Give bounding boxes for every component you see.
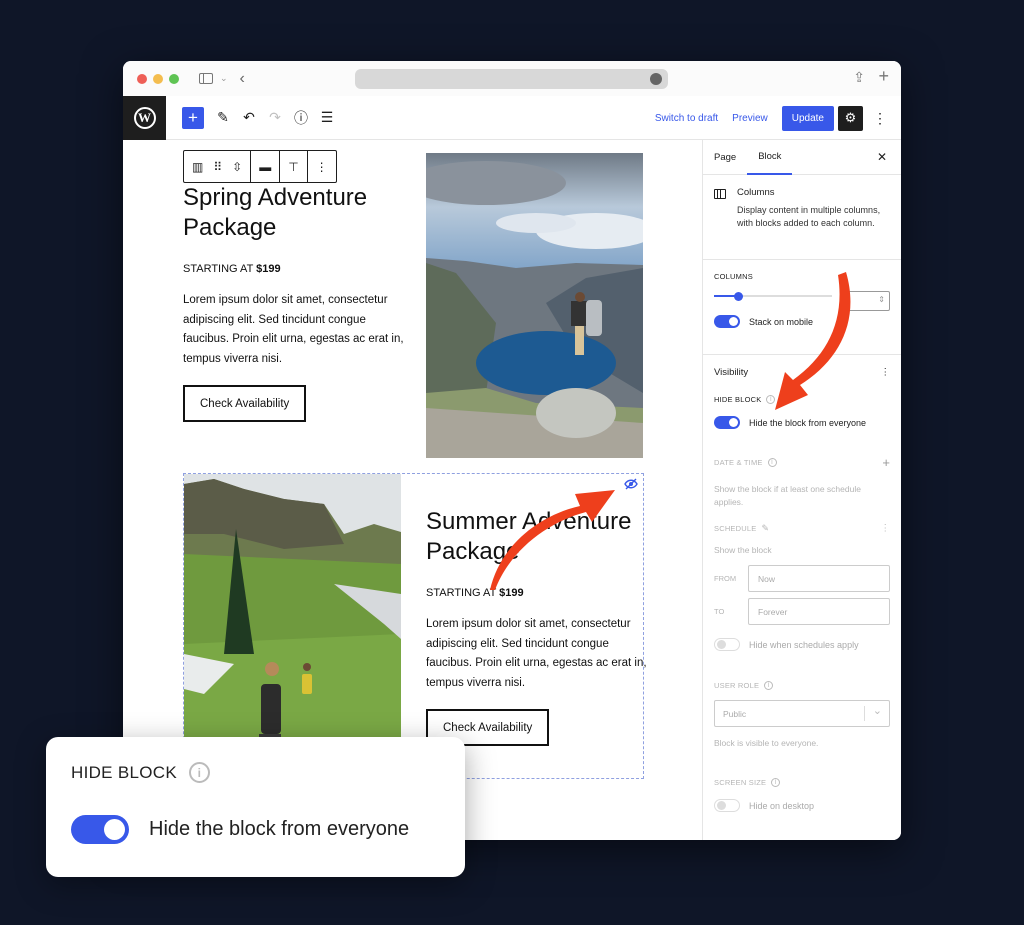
- address-bar[interactable]: [355, 69, 668, 89]
- from-field[interactable]: Now: [748, 565, 890, 592]
- more-icon[interactable]: [650, 73, 662, 85]
- columns-number-input[interactable]: [844, 291, 890, 311]
- hide-block-toggle-label: Hide the block from everyone: [749, 417, 867, 428]
- settings-gear-icon[interactable]: ⚙: [838, 105, 863, 131]
- block-card-description: Display content in multiple columns, wit…: [737, 205, 881, 228]
- package-price[interactable]: STARTING AT $199: [426, 587, 656, 599]
- stack-on-mobile-label: Stack on mobile: [749, 316, 814, 327]
- back-icon[interactable]: ‹: [240, 70, 245, 88]
- hide-on-desktop-toggle[interactable]: [714, 799, 740, 812]
- columns-label: COLUMNS: [714, 272, 753, 281]
- tab-block[interactable]: Block: [747, 140, 793, 175]
- close-window-button[interactable]: [137, 73, 147, 84]
- preview-link[interactable]: Preview: [732, 113, 768, 124]
- info-icon[interactable]: i: [767, 458, 777, 467]
- info-icon[interactable]: i: [188, 762, 210, 783]
- info-icon[interactable]: i: [766, 395, 776, 404]
- new-tab-icon[interactable]: +: [878, 66, 889, 87]
- editor-toolbar: W + ✎ ↶ ↷ ⓘ ☰ Switch to draft Preview Up…: [123, 95, 901, 140]
- visibility-panel: Visibility ⋮ HIDE BLOCK i Hide the block f…: [703, 355, 901, 824]
- spring-package-column: Spring Adventure Package STARTING AT $19…: [183, 183, 413, 422]
- maximize-window-button[interactable]: [169, 73, 179, 84]
- hide-when-schedules-label: Hide when schedules apply: [749, 639, 859, 650]
- to-field[interactable]: Forever: [748, 598, 890, 625]
- share-icon[interactable]: ⇪: [853, 69, 865, 86]
- to-label: TO: [714, 607, 725, 616]
- update-button[interactable]: Update: [781, 105, 834, 131]
- callout-toggle-label: Hide the block from everyone: [149, 818, 410, 840]
- minimize-window-button[interactable]: [153, 73, 163, 84]
- info-icon[interactable]: i: [764, 681, 774, 690]
- hide-block-callout: HIDE BLOCK i Hide the block from everyone: [46, 737, 465, 877]
- package-description[interactable]: Lorem ipsum dolor sit amet, consectetur …: [426, 615, 656, 693]
- list-view-icon[interactable]: ☰: [320, 109, 334, 126]
- package-price[interactable]: STARTING AT $199: [183, 263, 413, 275]
- eye-off-icon[interactable]: [624, 478, 638, 493]
- more-options-icon[interactable]: ⋮: [316, 160, 328, 174]
- hide-block-label: HIDE BLOCK: [714, 395, 762, 404]
- align-icon[interactable]: ▬: [259, 160, 271, 174]
- move-up-down-icon[interactable]: ⇳: [232, 160, 242, 174]
- from-label: FROM: [714, 574, 737, 583]
- undo-icon[interactable]: ↶: [242, 109, 256, 126]
- info-icon[interactable]: ⓘ: [294, 108, 308, 128]
- summer-package-block-selected[interactable]: Summer Adventure Package STARTING AT $19…: [183, 473, 647, 779]
- package-heading[interactable]: Summer Adventure Package: [426, 507, 656, 567]
- hide-block-toggle[interactable]: [714, 416, 740, 429]
- redo-icon[interactable]: ↷: [268, 109, 282, 126]
- block-card: Columns Display content in multiple colu…: [703, 175, 901, 260]
- block-toolbar: ▥ ⠿ ⇳ ▬ ⊤ ⋮: [183, 150, 337, 183]
- chevron-down-icon[interactable]: ⌄: [220, 73, 228, 84]
- visibility-options-icon[interactable]: ⋮: [881, 367, 891, 378]
- tab-page[interactable]: Page: [703, 140, 747, 175]
- hide-when-schedules-toggle[interactable]: [714, 638, 740, 651]
- edit-pencil-icon[interactable]: ✎: [761, 523, 769, 534]
- package-heading[interactable]: Spring Adventure Package: [183, 183, 413, 243]
- columns-panel: COLUMNS Stack on mobile: [703, 260, 901, 355]
- add-schedule-icon[interactable]: +: [882, 455, 890, 470]
- sidebar-toggle-icon[interactable]: [199, 73, 213, 84]
- package-description[interactable]: Lorem ipsum dolor sit amet, consectetur …: [183, 291, 413, 369]
- callout-hide-block-toggle[interactable]: [71, 815, 129, 844]
- mountain-lake-image[interactable]: [426, 153, 643, 458]
- hide-on-desktop-label: Hide on desktop: [749, 800, 815, 811]
- info-icon[interactable]: i: [771, 778, 781, 787]
- user-role-label: USER ROLE: [714, 681, 760, 690]
- visibility-title[interactable]: Visibility: [714, 367, 748, 378]
- check-availability-button[interactable]: Check Availability: [183, 385, 307, 422]
- alpine-hikers-image[interactable]: [184, 474, 401, 779]
- columns-icon[interactable]: ▥: [192, 160, 203, 174]
- columns-icon: [714, 189, 726, 199]
- browser-window: ⌄ ‹ ⇪ + W + ✎ ↶ ↷ ⓘ ☰ Switch to draft Pr…: [123, 61, 901, 840]
- block-card-title: Columns: [737, 187, 775, 198]
- close-icon[interactable]: ✕: [877, 150, 887, 164]
- wordpress-logo[interactable]: W: [123, 95, 166, 140]
- screen-size-label: SCREEN SIZE: [714, 778, 767, 787]
- callout-title: HIDE BLOCK: [71, 762, 177, 782]
- settings-sidebar: Page Block ✕ Columns Display content in …: [702, 140, 901, 840]
- switch-to-draft-link[interactable]: Switch to draft: [655, 113, 718, 124]
- schedule-options-icon[interactable]: ⋮: [881, 523, 891, 534]
- add-block-button[interactable]: +: [182, 106, 204, 129]
- stack-on-mobile-toggle[interactable]: [714, 315, 740, 328]
- user-role-select[interactable]: Public: [714, 700, 890, 727]
- vertical-align-top-icon[interactable]: ⊤: [288, 160, 298, 174]
- columns-slider[interactable]: [714, 291, 832, 301]
- schedule-label: SCHEDULE: [714, 524, 757, 533]
- summer-package-column: Summer Adventure Package STARTING AT $19…: [426, 507, 656, 746]
- user-role-help: Block is visible to everyone.: [714, 738, 819, 748]
- sidebar-tabs: Page Block ✕: [703, 140, 901, 175]
- edit-pencil-icon[interactable]: ✎: [216, 109, 230, 126]
- browser-chrome: ⌄ ‹ ⇪ +: [123, 61, 901, 96]
- date-time-help: Show the block if at least one schedule …: [714, 484, 861, 507]
- drag-handle-icon[interactable]: ⠿: [213, 160, 222, 174]
- schedule-help: Show the block: [714, 545, 772, 555]
- editor-canvas: ▥ ⠿ ⇳ ▬ ⊤ ⋮ Spring Adventure Package START…: [123, 140, 703, 840]
- date-time-label: DATE & TIME: [714, 458, 763, 467]
- options-menu-icon[interactable]: ⋮: [873, 110, 887, 127]
